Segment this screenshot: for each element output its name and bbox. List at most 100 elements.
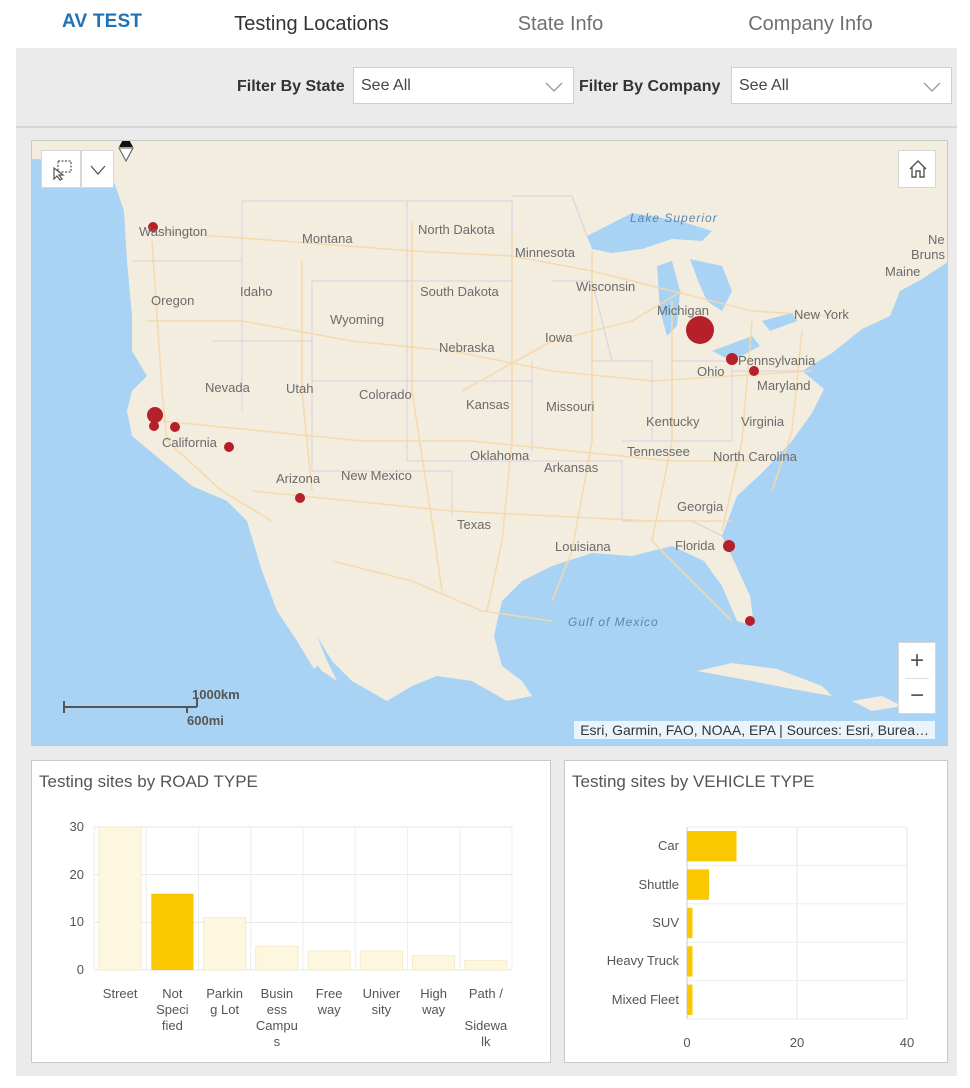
map-label: Louisiana <box>555 539 611 554</box>
map-label: Utah <box>286 381 314 396</box>
map-point[interactable] <box>686 316 714 344</box>
scale-mi-label: 600mi <box>187 713 224 728</box>
tab-state-info[interactable]: State Info <box>438 13 683 36</box>
map-view[interactable]: Washington Montana North Dakota Minnesot… <box>31 140 948 746</box>
map-label: North Dakota <box>418 222 495 237</box>
map-label: Wyoming <box>330 312 385 327</box>
map-point[interactable] <box>149 421 159 431</box>
map-label: Pennsylvania <box>738 353 816 368</box>
map-point[interactable] <box>170 422 180 432</box>
road-bar[interactable] <box>255 945 299 971</box>
road-bar[interactable] <box>203 917 247 971</box>
map-label: Ohio <box>697 364 725 379</box>
map-label: Wisconsin <box>576 279 636 294</box>
map-label: California <box>162 435 217 450</box>
chevron-down-icon <box>923 82 941 92</box>
road-bar[interactable] <box>151 893 194 970</box>
road-type-chart-panel: Testing sites by ROAD TYPE 30 20 10 0 Stree… <box>31 760 551 1063</box>
map-label: Florida <box>675 538 715 553</box>
brand-title: AV TEST <box>62 11 143 32</box>
filter-company-label: Filter By Company <box>579 78 721 95</box>
road-bar[interactable] <box>307 950 351 971</box>
map-point[interactable] <box>723 540 735 552</box>
map-label: North Carolina <box>713 449 797 464</box>
road-bar[interactable] <box>359 950 403 971</box>
road-category-label: Street <box>102 986 138 1001</box>
home-button[interactable] <box>898 150 936 188</box>
map-label: Georgia <box>677 499 724 514</box>
road-category-label: High way <box>420 986 447 1017</box>
road-category-label: Not Speci fied <box>156 986 189 1033</box>
filter-state-select[interactable]: See All <box>353 67 574 104</box>
road-category-label: Univer sity <box>362 986 401 1017</box>
zoom-in-button[interactable]: + <box>899 643 935 678</box>
map-label: Maine <box>885 264 921 279</box>
map-point[interactable] <box>147 407 163 423</box>
map-label: Minnesota <box>515 245 575 260</box>
map-label: Washington <box>139 224 208 239</box>
map-label: Arkansas <box>544 460 599 475</box>
map-point[interactable] <box>745 616 755 626</box>
chevron-down-icon <box>545 82 563 92</box>
map-label: South Dakota <box>420 284 499 299</box>
select-icon <box>53 160 72 181</box>
road-category-label: Path / Sidewa lk <box>464 986 508 1049</box>
map-attribution: Esri, Garmin, FAO, NOAA, EPA | Sources: … <box>574 721 935 739</box>
vehicle-bar[interactable] <box>687 831 737 862</box>
road-category-label: Free way <box>315 986 343 1017</box>
vehicle-bar[interactable] <box>687 984 693 1015</box>
map-label: Maryland <box>757 378 811 393</box>
scale-km-label: 1000km <box>192 687 240 702</box>
map-label: Bruns <box>911 247 945 262</box>
map-label: Tennessee <box>627 444 690 459</box>
filter-company-select[interactable]: See All <box>731 67 952 104</box>
map-water-label: Gulf of Mexico <box>568 615 659 629</box>
map-label: Nebraska <box>439 340 495 355</box>
vehicle-x-tick: 0 <box>683 1035 691 1050</box>
tab-testing-locations[interactable]: Testing Locations <box>189 13 434 36</box>
road-category-label: Parkin g Lot <box>206 986 244 1017</box>
map-label: Missouri <box>546 399 595 414</box>
vehicle-bar[interactable] <box>687 869 709 900</box>
zoom-out-button[interactable]: − <box>899 679 935 714</box>
home-icon <box>909 160 927 178</box>
vehicle-bar[interactable] <box>687 946 693 977</box>
map-water-label: Lake Superior <box>630 211 718 225</box>
zoom-controls: + − <box>898 642 936 714</box>
select-button[interactable] <box>41 150 81 188</box>
select-dropdown-button[interactable] <box>81 150 114 188</box>
vehicle-x-tick: 20 <box>789 1035 805 1050</box>
top-nav: AV TEST Testing Locations State Info Com… <box>0 0 970 51</box>
map-label: Texas <box>457 517 491 532</box>
map-label: Idaho <box>240 284 273 299</box>
map-label: Kentucky <box>646 414 700 429</box>
map-point[interactable] <box>224 442 234 452</box>
map-label: Kansas <box>466 397 510 412</box>
filter-company-value: See All <box>739 77 789 94</box>
vehicle-x-tick: 40 <box>899 1035 915 1050</box>
map-label: New Mexico <box>341 468 412 483</box>
map-label: Oklahoma <box>470 448 530 463</box>
map-label: Michigan <box>657 303 710 318</box>
map-label: Oregon <box>151 293 195 308</box>
map-label: Montana <box>302 231 353 246</box>
road-bar[interactable] <box>98 826 142 971</box>
chevron-down-icon <box>90 165 106 175</box>
vehicle-type-chart <box>686 826 908 1020</box>
filter-state-label: Filter By State <box>237 78 345 95</box>
vehicle-bar[interactable] <box>687 907 693 939</box>
map-label: Iowa <box>545 330 573 345</box>
map-label: Nevada <box>205 380 250 395</box>
road-category-label: Busin ess Campu s <box>255 986 298 1049</box>
map-label: New York <box>794 307 849 322</box>
map-label: Virginia <box>741 414 785 429</box>
compass-icon[interactable] <box>117 140 135 163</box>
scale-bar <box>63 699 198 713</box>
map-label: Colorado <box>359 387 412 402</box>
map-label: Ne <box>928 232 945 247</box>
road-bar[interactable] <box>412 955 456 971</box>
road-bar[interactable] <box>464 960 508 971</box>
tab-company-info[interactable]: Company Info <box>688 13 933 36</box>
map-point[interactable] <box>295 493 305 503</box>
map-point[interactable] <box>726 353 738 365</box>
